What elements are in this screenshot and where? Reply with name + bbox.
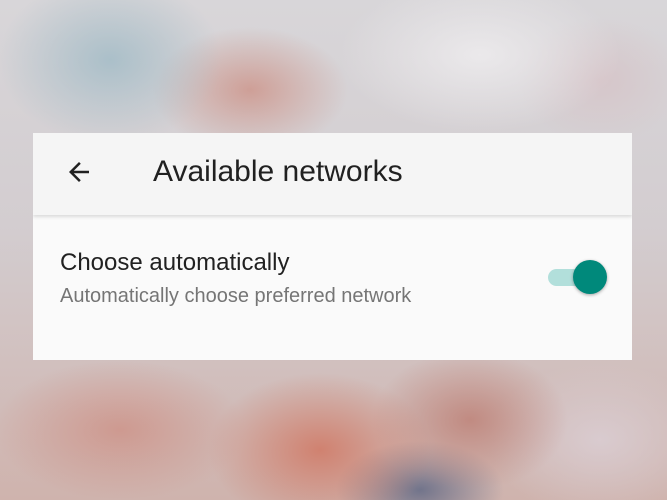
page-title: Available networks xyxy=(153,155,403,188)
setting-title: Choose automatically xyxy=(60,249,290,276)
app-bar: Available networks xyxy=(33,133,632,215)
toggle-thumb xyxy=(573,260,607,294)
back-button[interactable] xyxy=(53,146,105,198)
choose-automatically-row[interactable]: Choose automatically Automatically choos… xyxy=(33,217,632,360)
settings-card: Available networks Choose automatically … xyxy=(33,133,632,360)
arrow-back-icon xyxy=(69,162,89,182)
setting-subtitle: Automatically choose preferred network xyxy=(60,285,412,307)
choose-automatically-toggle[interactable] xyxy=(546,259,607,295)
